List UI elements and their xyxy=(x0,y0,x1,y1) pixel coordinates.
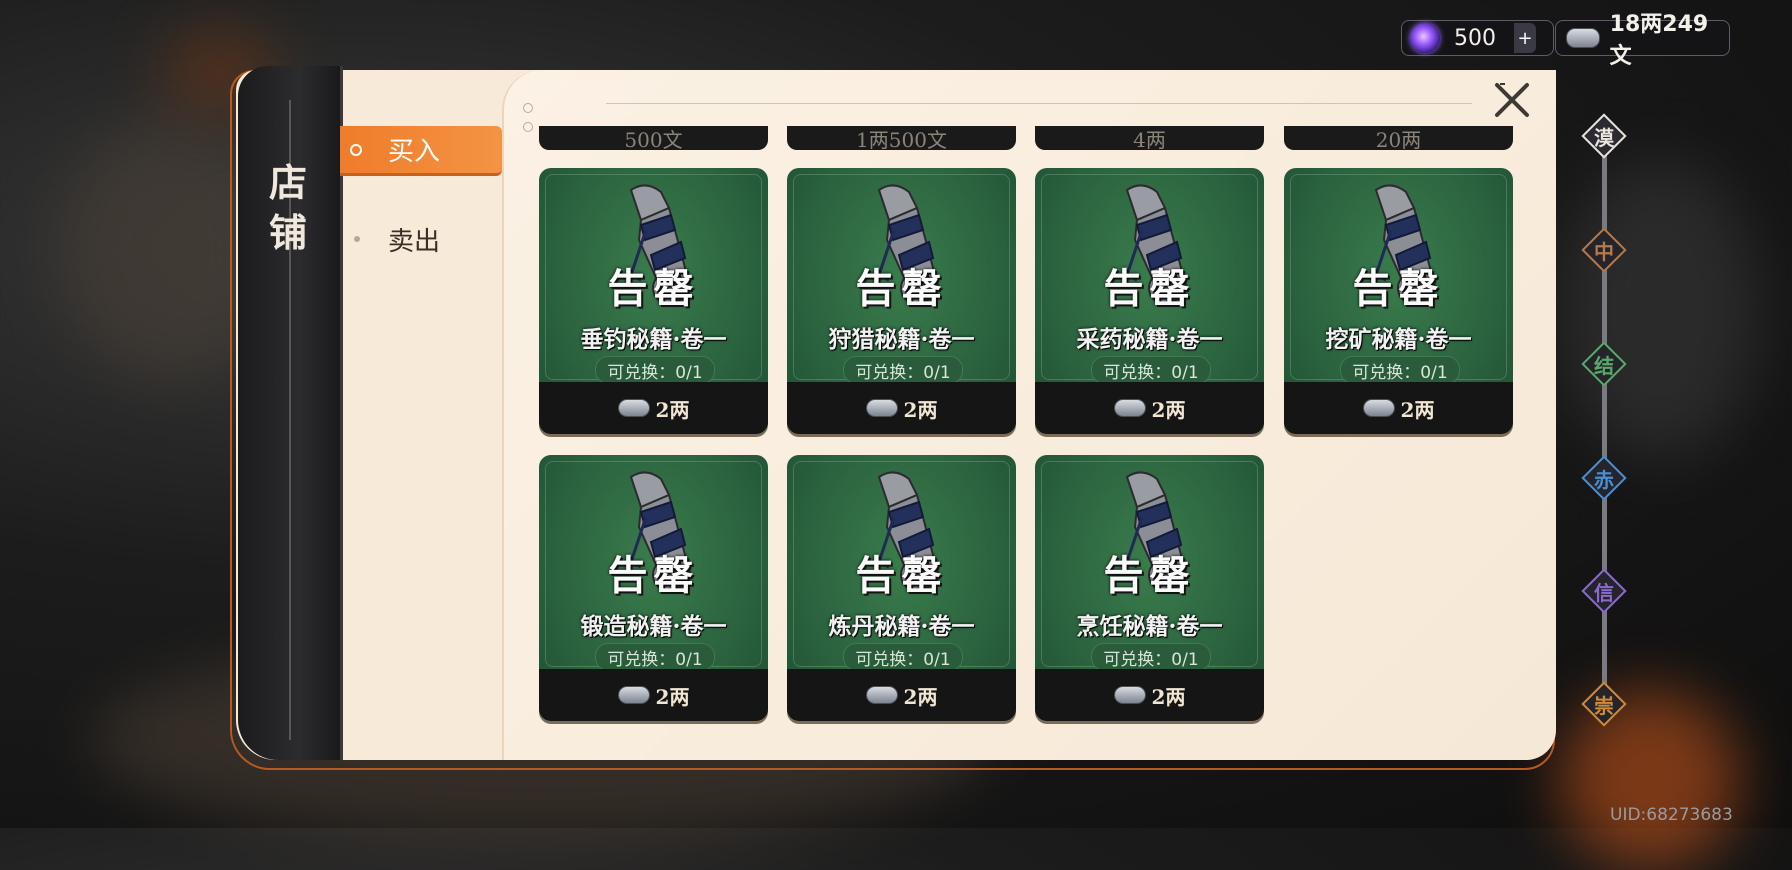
item-card-partial[interactable]: 1两500文 xyxy=(787,126,1016,152)
rail-node-label: 结 xyxy=(1594,354,1614,378)
silver-coin-icon xyxy=(865,686,898,704)
item-price-value: 2两 xyxy=(655,684,690,709)
silver-coin-icon xyxy=(1362,399,1395,417)
decor-rule xyxy=(606,103,1472,104)
tab-sell[interactable]: 卖出 xyxy=(340,214,502,264)
silver-coin-icon xyxy=(1113,686,1146,704)
item-price-value: 2两 xyxy=(1151,397,1186,422)
item-card[interactable]: 告罄 炼丹秘籍·卷一 可兑换：0/1 2两 xyxy=(787,455,1016,721)
region-rail xyxy=(1602,130,1607,710)
silver-coin-icon xyxy=(617,399,650,417)
item-price: 2两 xyxy=(1035,382,1264,434)
money-amount: 18两249文 xyxy=(1609,12,1709,69)
background-blur xyxy=(1560,690,1740,870)
gem-amount: 500 xyxy=(1454,25,1496,51)
sold-out-stamp: 告罄 xyxy=(855,265,948,312)
item-name: 锻造秘籍·卷一 xyxy=(580,613,727,640)
item-card[interactable]: 告罄 垂钓秘籍·卷一 可兑换：0/1 2两 xyxy=(539,168,768,434)
exchange-limit: 可兑换：0/1 xyxy=(1091,643,1211,671)
item-price: 2两 xyxy=(539,669,768,721)
rail-node-label: 漠 xyxy=(1594,126,1614,150)
money-currency: 18两249文 xyxy=(1555,12,1730,69)
item-price: 2两 xyxy=(787,669,1016,721)
silver-coin-icon xyxy=(865,399,898,417)
item-card[interactable]: 告罄 烹饪秘籍·卷一 可兑换：0/1 2两 xyxy=(1035,455,1264,721)
item-price-value: 2两 xyxy=(1400,397,1435,422)
close-button[interactable] xyxy=(1490,78,1534,122)
silver-coin-icon xyxy=(617,686,650,704)
sold-out-stamp: 告罄 xyxy=(607,552,700,599)
sold-out-stamp: 告罄 xyxy=(855,552,948,599)
exchange-limit: 可兑换：0/1 xyxy=(595,356,715,384)
sold-out-stamp: 告罄 xyxy=(607,265,700,312)
tab-buy[interactable]: 买入 xyxy=(340,126,502,176)
item-card[interactable]: 告罄 锻造秘籍·卷一 可兑换：0/1 2两 xyxy=(539,455,768,721)
item-price: 2两 xyxy=(539,382,768,434)
item-price-value: 2两 xyxy=(903,397,938,422)
exchange-limit: 可兑换：0/1 xyxy=(1091,356,1211,384)
item-card[interactable]: 告罄 采药秘籍·卷一 可兑换：0/1 2两 xyxy=(1035,168,1264,434)
item-card-partial[interactable]: 20两 xyxy=(1284,126,1513,152)
tab-sell-label: 卖出 xyxy=(388,226,441,257)
silver-coin-icon xyxy=(1566,28,1600,48)
item-card[interactable]: 告罄 狩猎秘籍·卷一 可兑换：0/1 2两 xyxy=(787,168,1016,434)
rail-node-label: 中 xyxy=(1594,240,1614,264)
item-price-value: 2两 xyxy=(1151,684,1186,709)
sold-out-stamp: 告罄 xyxy=(1103,265,1196,312)
exchange-limit: 可兑换：0/1 xyxy=(595,643,715,671)
rail-node-label: 信 xyxy=(1594,581,1614,605)
background-blur xyxy=(1560,160,1760,460)
add-gems-button[interactable]: + xyxy=(1514,23,1536,53)
exchange-limit: 可兑换：0/1 xyxy=(1340,356,1460,384)
silver-coin-icon xyxy=(1113,399,1146,417)
item-price: 2两 xyxy=(1284,382,1513,434)
close-icon xyxy=(1495,83,1529,117)
item-card[interactable]: 告罄 挖矿秘籍·卷一 可兑换：0/1 2两 xyxy=(1284,168,1513,434)
sold-out-stamp: 告罄 xyxy=(1103,552,1196,599)
item-price-value: 2两 xyxy=(655,397,690,422)
item-name: 炼丹秘籍·卷一 xyxy=(828,613,975,640)
item-name: 采药秘籍·卷一 xyxy=(1076,326,1223,353)
decor-dots xyxy=(523,98,543,132)
tab-dot-icon xyxy=(354,236,360,242)
exchange-limit: 可兑换：0/1 xyxy=(843,356,963,384)
item-card-partial[interactable]: 4两 xyxy=(1035,126,1264,152)
item-name: 垂钓秘籍·卷一 xyxy=(580,326,727,353)
sold-out-stamp: 告罄 xyxy=(1352,265,1445,312)
exchange-limit: 可兑换：0/1 xyxy=(843,643,963,671)
item-price: 2两 xyxy=(787,382,1016,434)
item-card-partial[interactable]: 500文 xyxy=(539,126,768,152)
rail-node-label: 崇 xyxy=(1594,694,1614,718)
rail-node-label: 赤 xyxy=(1594,468,1614,492)
item-grid: 500文 1两500文 4两 20两 告罄 垂钓秘籍·卷一 可兑换：0/1 2两 xyxy=(530,126,1530,758)
item-name: 烹饪秘籍·卷一 xyxy=(1076,613,1223,640)
gem-currency: 500 + xyxy=(1401,20,1554,56)
item-price-value: 2两 xyxy=(903,684,938,709)
user-id: UID:68273683 xyxy=(1610,805,1733,825)
shop-title: 店 铺 xyxy=(268,160,307,255)
item-price: 2两 xyxy=(1035,669,1264,721)
tab-active-dot-icon xyxy=(350,143,362,156)
gem-icon xyxy=(1410,23,1440,53)
item-name: 挖矿秘籍·卷一 xyxy=(1325,326,1472,353)
tab-buy-label: 买入 xyxy=(388,137,441,167)
item-name: 狩猎秘籍·卷一 xyxy=(828,326,975,353)
